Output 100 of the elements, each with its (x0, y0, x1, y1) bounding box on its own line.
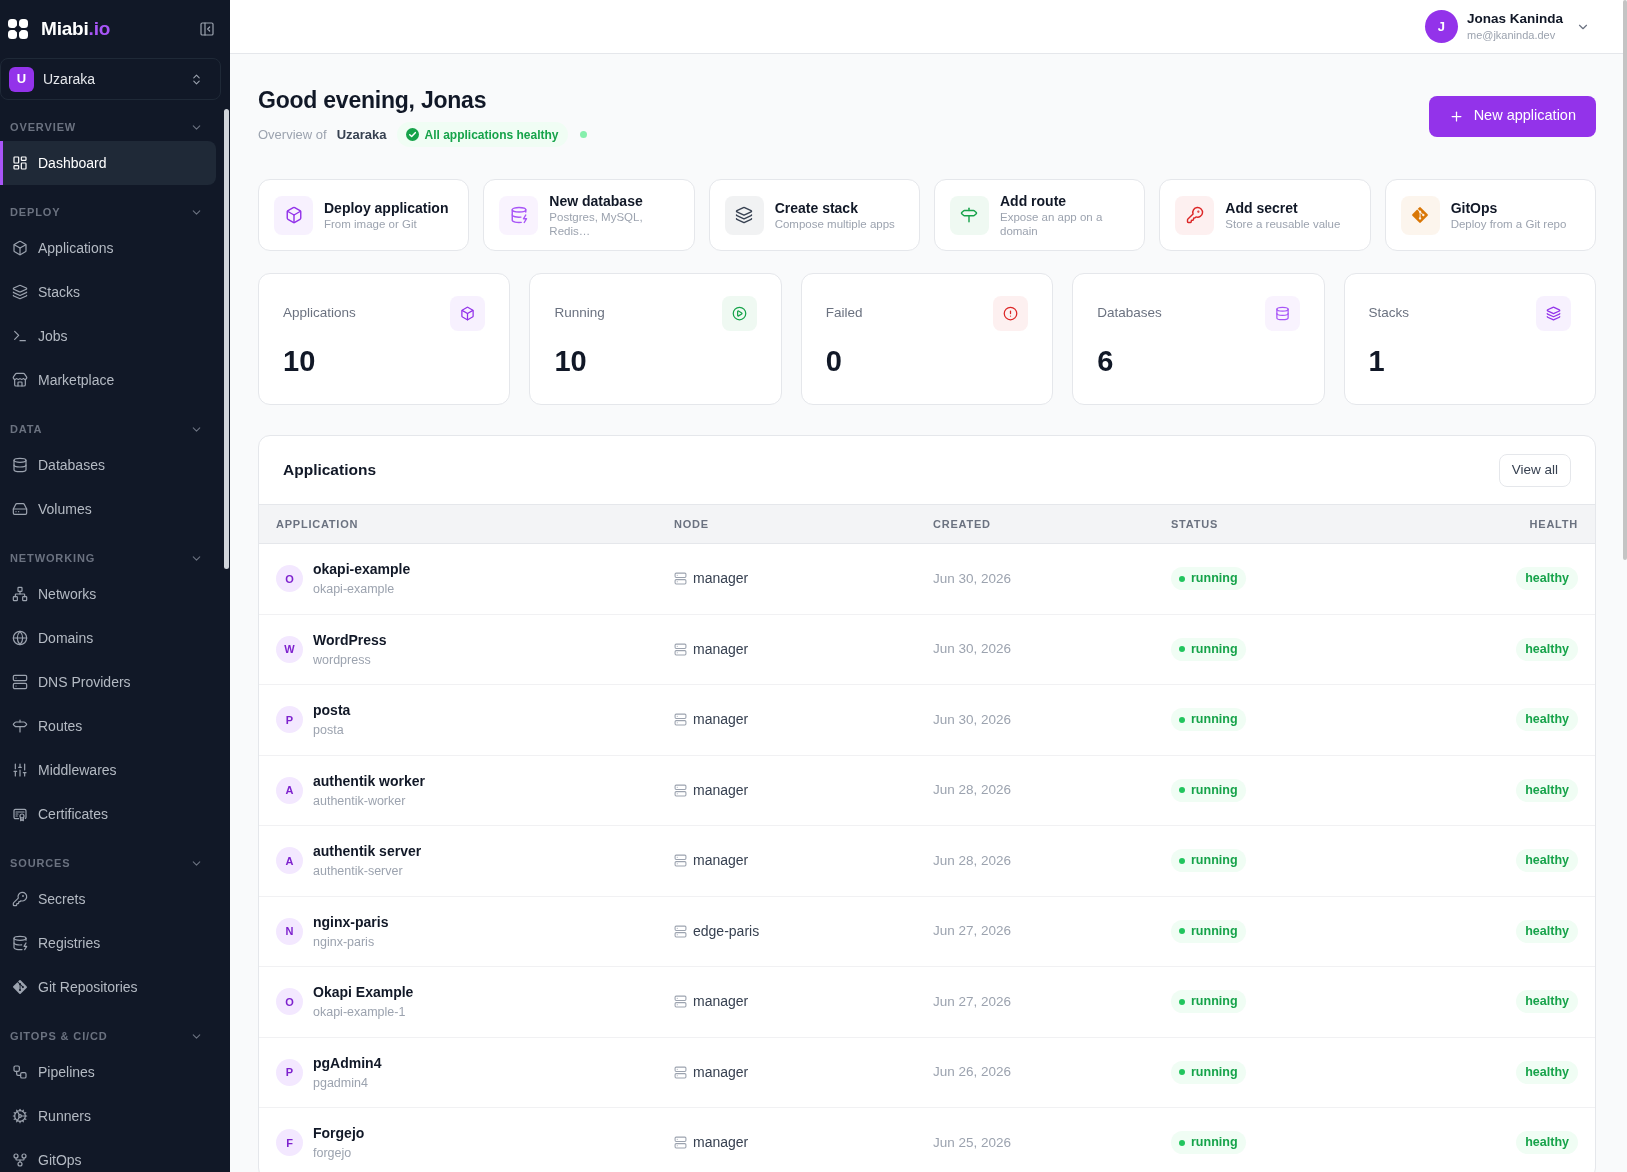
quick-action-card[interactable]: New database Postgres, MySQL, Redis… (483, 179, 695, 251)
created-date: Jun 27, 2026 (933, 922, 1012, 941)
action-description: From image or Git (324, 216, 418, 231)
node-name: manager (693, 851, 749, 871)
app-name[interactable]: authentik server (313, 842, 422, 861)
app-avatar: O (276, 565, 303, 593)
greeting-title: Good evening, Jonas (258, 86, 488, 115)
sidebar-item[interactable]: Applications (0, 226, 216, 270)
git-icon (12, 979, 28, 995)
collapse-sidebar-icon[interactable] (199, 21, 215, 37)
status-text: running (1191, 711, 1238, 729)
git-fork-icon (12, 1152, 28, 1168)
sliders-icon (12, 762, 28, 778)
sidebar-item[interactable]: Domains (0, 616, 216, 660)
user-avatar[interactable]: J (1424, 10, 1458, 43)
user-email: me@jkaninda.dev (1466, 28, 1557, 43)
created-date: Jun 30, 2026 (933, 640, 1012, 659)
app-avatar: P (276, 1058, 303, 1086)
server-icon (674, 924, 687, 938)
sidebar-item[interactable]: Git Repositories (0, 965, 216, 1009)
database-icon (12, 935, 28, 951)
sidebar-item[interactable]: Stacks (0, 270, 216, 314)
section-label: NETWORKING (10, 551, 96, 566)
quick-action-card[interactable]: Deploy application From image or Git (258, 179, 470, 251)
status-text: running (1191, 922, 1238, 940)
quick-action-card[interactable]: Create stack Compose multiple apps (708, 179, 920, 251)
action-description: Store a reusable value (1225, 216, 1341, 231)
app-slug: pgadmin4 (313, 1074, 369, 1091)
quick-action-card[interactable]: Add route Expose an app on a domain (934, 179, 1146, 251)
app-slug: forgejo (313, 1145, 353, 1162)
sidebar-item[interactable]: Secrets (0, 877, 216, 921)
brand-name: Miabi.io (41, 16, 111, 41)
node-name: manager (693, 1133, 749, 1153)
app-slug: authentik-worker (313, 792, 407, 809)
terminal-icon (12, 328, 28, 344)
quick-action-card[interactable]: GitOps Deploy from a Git repo (1384, 179, 1596, 251)
status-text: running (1191, 640, 1238, 658)
action-title: GitOps (1450, 199, 1499, 217)
server-icon (674, 1065, 687, 1079)
health-badge: healthy (1516, 708, 1578, 732)
node-name: manager (693, 992, 749, 1012)
created-date: Jun 28, 2026 (933, 781, 1012, 800)
stat-label: Running (554, 304, 605, 323)
app-name[interactable]: WordPress (313, 630, 387, 649)
created-date: Jun 30, 2026 (933, 710, 1012, 729)
health-badge: healthy (1516, 849, 1578, 873)
sidebar-item[interactable]: Pipelines (0, 1050, 216, 1094)
app-name[interactable]: Okapi Example (313, 983, 414, 1002)
cube-icon (12, 240, 28, 256)
network-icon (12, 586, 28, 602)
sidebar-item[interactable]: DNS Providers (0, 660, 216, 704)
sidebar-item[interactable]: Registries (0, 921, 216, 965)
sidebar-item[interactable]: Runners (0, 1094, 216, 1138)
status-text: running (1191, 1063, 1238, 1081)
server-icon (674, 713, 687, 727)
quick-action-card[interactable]: Add secret Store a reusable value (1159, 179, 1371, 251)
app-slug: posta (313, 722, 345, 739)
sidebar-item[interactable]: GitOps (0, 1138, 216, 1172)
organization-switcher[interactable]: U Uzaraka (0, 58, 221, 100)
app-slug: nginx-paris (313, 933, 376, 950)
certificate-icon (12, 806, 28, 822)
app-slug: okapi-example-1 (313, 1004, 407, 1021)
scrollbar-thumb[interactable] (1623, 0, 1627, 560)
app-name[interactable]: Forgejo (313, 1124, 365, 1143)
health-badge: healthy (1516, 919, 1578, 943)
sidebar-item[interactable]: Dashboard (0, 141, 216, 185)
sidebar-item[interactable]: Marketplace (0, 358, 216, 402)
workflow-icon (12, 1064, 28, 1080)
status-text: running (1191, 570, 1238, 588)
health-badge: healthy (1516, 778, 1578, 802)
app-avatar: W (276, 635, 303, 663)
new-application-button[interactable]: New application (1428, 95, 1596, 137)
sidebar-item[interactable]: Certificates (0, 792, 216, 836)
sidebar-item[interactable]: Databases (0, 443, 216, 487)
column-header: HEALTH (1529, 516, 1578, 532)
scrollbar-thumb[interactable] (224, 109, 229, 569)
action-title: New database (549, 192, 644, 210)
sidebar-item[interactable]: Routes (0, 704, 216, 748)
sidebar-item[interactable]: Middlewares (0, 748, 216, 792)
app-name[interactable]: pgAdmin4 (313, 1053, 382, 1072)
server-icon (12, 674, 28, 690)
action-title: Add route (1000, 192, 1068, 210)
app-avatar: O (276, 988, 303, 1016)
signpost-icon (12, 718, 28, 734)
stat-value: 10 (554, 344, 587, 379)
server-icon (674, 1136, 687, 1150)
sidebar-item[interactable]: Volumes (0, 487, 216, 531)
app-name[interactable]: okapi-example (313, 560, 411, 579)
action-description: Expose an app on a domain (1000, 209, 1104, 238)
app-name[interactable]: nginx-paris (313, 912, 389, 931)
node-name: manager (693, 780, 749, 800)
node-name: manager (693, 1062, 749, 1082)
node-name: edge-paris (693, 921, 760, 941)
sidebar-item[interactable]: Networks (0, 572, 216, 616)
created-date: Jun 30, 2026 (933, 569, 1012, 588)
sidebar-item[interactable]: Jobs (0, 314, 216, 358)
app-name[interactable]: posta (313, 701, 351, 720)
server-icon (674, 642, 687, 656)
app-name[interactable]: authentik worker (313, 771, 426, 790)
view-all-button[interactable]: View all (1498, 453, 1571, 487)
